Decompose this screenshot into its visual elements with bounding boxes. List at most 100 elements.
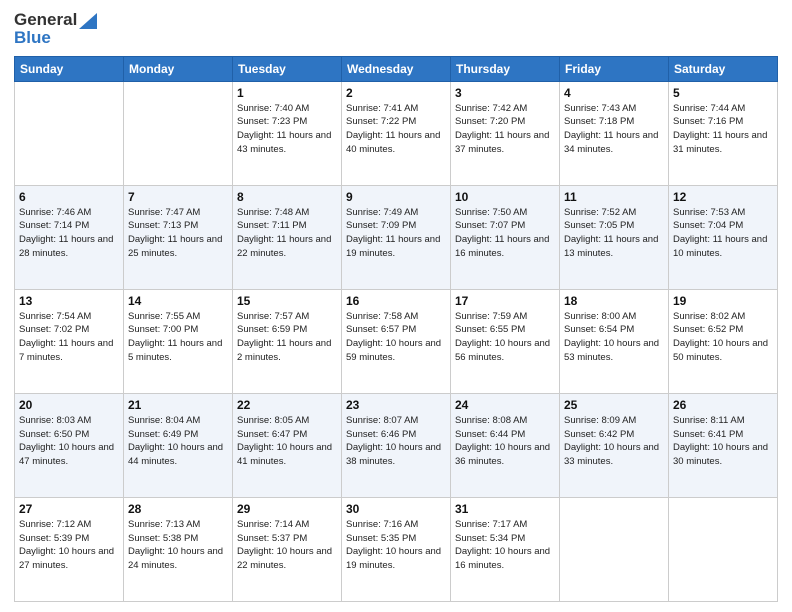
logo: General Blue bbox=[14, 10, 97, 48]
day-info: Sunrise: 8:11 AM Sunset: 6:41 PM Dayligh… bbox=[673, 414, 773, 469]
calendar-cell: 15 Sunrise: 7:57 AM Sunset: 6:59 PM Dayli… bbox=[233, 289, 342, 393]
logo-icon bbox=[79, 13, 97, 29]
day-number: 16 bbox=[346, 294, 446, 308]
calendar-cell: 29 Sunrise: 7:14 AM Sunset: 5:37 PM Dayli… bbox=[233, 497, 342, 601]
calendar-cell: 26 Sunrise: 8:11 AM Sunset: 6:41 PM Dayli… bbox=[669, 393, 778, 497]
calendar-cell: 3Sunrise: 7:42 AM Sunset: 7:20 PM Daylig… bbox=[451, 81, 560, 185]
logo-blue: Blue bbox=[14, 28, 97, 48]
day-info: Sunrise: 7:44 AM Sunset: 7:16 PM Dayligh… bbox=[673, 102, 773, 157]
day-info: Sunrise: 7:42 AM Sunset: 7:20 PM Dayligh… bbox=[455, 102, 555, 157]
day-number: 8 bbox=[237, 190, 337, 204]
page: General Blue SundayMondayTuesdayWednesda… bbox=[0, 0, 792, 612]
day-info: Sunrise: 7:41 AM Sunset: 7:22 PM Dayligh… bbox=[346, 102, 446, 157]
calendar-week-row: 1 Sunrise: 7:40 AM Sunset: 7:23 PM Daylig… bbox=[15, 81, 778, 185]
day-number: 18 bbox=[564, 294, 664, 308]
weekday-header-wednesday: Wednesday bbox=[342, 56, 451, 81]
day-info: Sunrise: 7:46 AM Sunset: 7:14 PM Dayligh… bbox=[19, 206, 119, 261]
calendar-table: SundayMondayTuesdayWednesdayThursdayFrid… bbox=[14, 56, 778, 602]
day-info: Sunrise: 7:53 AM Sunset: 7:04 PM Dayligh… bbox=[673, 206, 773, 261]
day-number: 13 bbox=[19, 294, 119, 308]
day-number: 6 bbox=[19, 190, 119, 204]
day-number: 11 bbox=[564, 190, 664, 204]
day-info: Sunrise: 7:13 AM Sunset: 5:38 PM Dayligh… bbox=[128, 518, 228, 573]
day-info: Sunrise: 7:47 AM Sunset: 7:13 PM Dayligh… bbox=[128, 206, 228, 261]
calendar-cell: 27 Sunrise: 7:12 AM Sunset: 5:39 PM Dayli… bbox=[15, 497, 124, 601]
day-number: 28 bbox=[128, 502, 228, 516]
day-number: 17 bbox=[455, 294, 555, 308]
day-number: 27 bbox=[19, 502, 119, 516]
day-info: Sunrise: 7:50 AM Sunset: 7:07 PM Dayligh… bbox=[455, 206, 555, 261]
calendar-cell: 11 Sunrise: 7:52 AM Sunset: 7:05 PM Dayli… bbox=[560, 185, 669, 289]
day-info: Sunrise: 7:48 AM Sunset: 7:11 PM Dayligh… bbox=[237, 206, 337, 261]
day-number: 23 bbox=[346, 398, 446, 412]
day-number: 29 bbox=[237, 502, 337, 516]
weekday-header-row: SundayMondayTuesdayWednesdayThursdayFrid… bbox=[15, 56, 778, 81]
calendar-cell: 31 Sunrise: 7:17 AM Sunset: 5:34 PM Dayli… bbox=[451, 497, 560, 601]
logo-general: General bbox=[14, 10, 77, 29]
day-info: Sunrise: 8:09 AM Sunset: 6:42 PM Dayligh… bbox=[564, 414, 664, 469]
weekday-header-friday: Friday bbox=[560, 56, 669, 81]
day-info: Sunrise: 8:05 AM Sunset: 6:47 PM Dayligh… bbox=[237, 414, 337, 469]
day-info: Sunrise: 7:55 AM Sunset: 7:00 PM Dayligh… bbox=[128, 310, 228, 365]
day-number: 5 bbox=[673, 86, 773, 100]
calendar-cell: 18 Sunrise: 8:00 AM Sunset: 6:54 PM Dayli… bbox=[560, 289, 669, 393]
day-info: Sunrise: 8:04 AM Sunset: 6:49 PM Dayligh… bbox=[128, 414, 228, 469]
header: General Blue bbox=[14, 10, 778, 48]
calendar-week-row: 20Sunrise: 8:03 AM Sunset: 6:50 PM Dayli… bbox=[15, 393, 778, 497]
day-info: Sunrise: 7:54 AM Sunset: 7:02 PM Dayligh… bbox=[19, 310, 119, 365]
calendar-cell: 30 Sunrise: 7:16 AM Sunset: 5:35 PM Dayli… bbox=[342, 497, 451, 601]
day-number: 21 bbox=[128, 398, 228, 412]
calendar-cell: 24 Sunrise: 8:08 AM Sunset: 6:44 PM Dayli… bbox=[451, 393, 560, 497]
day-info: Sunrise: 8:02 AM Sunset: 6:52 PM Dayligh… bbox=[673, 310, 773, 365]
weekday-header-sunday: Sunday bbox=[15, 56, 124, 81]
day-info: Sunrise: 7:57 AM Sunset: 6:59 PM Dayligh… bbox=[237, 310, 337, 365]
day-number: 15 bbox=[237, 294, 337, 308]
calendar-cell: 5 Sunrise: 7:44 AM Sunset: 7:16 PM Daylig… bbox=[669, 81, 778, 185]
calendar-cell: 7 Sunrise: 7:47 AM Sunset: 7:13 PM Daylig… bbox=[124, 185, 233, 289]
calendar-cell: 12 Sunrise: 7:53 AM Sunset: 7:04 PM Dayli… bbox=[669, 185, 778, 289]
calendar-cell: 2Sunrise: 7:41 AM Sunset: 7:22 PM Daylig… bbox=[342, 81, 451, 185]
weekday-header-monday: Monday bbox=[124, 56, 233, 81]
day-info: Sunrise: 8:07 AM Sunset: 6:46 PM Dayligh… bbox=[346, 414, 446, 469]
weekday-header-saturday: Saturday bbox=[669, 56, 778, 81]
day-number: 7 bbox=[128, 190, 228, 204]
weekday-header-tuesday: Tuesday bbox=[233, 56, 342, 81]
calendar-cell: 23 Sunrise: 8:07 AM Sunset: 6:46 PM Dayli… bbox=[342, 393, 451, 497]
day-info: Sunrise: 7:16 AM Sunset: 5:35 PM Dayligh… bbox=[346, 518, 446, 573]
day-info: Sunrise: 7:17 AM Sunset: 5:34 PM Dayligh… bbox=[455, 518, 555, 573]
day-number: 25 bbox=[564, 398, 664, 412]
day-number: 19 bbox=[673, 294, 773, 308]
calendar-cell: 14 Sunrise: 7:55 AM Sunset: 7:00 PM Dayli… bbox=[124, 289, 233, 393]
day-info: Sunrise: 7:59 AM Sunset: 6:55 PM Dayligh… bbox=[455, 310, 555, 365]
day-number: 14 bbox=[128, 294, 228, 308]
calendar-cell: 16 Sunrise: 7:58 AM Sunset: 6:57 PM Dayli… bbox=[342, 289, 451, 393]
calendar-cell: 20Sunrise: 8:03 AM Sunset: 6:50 PM Dayli… bbox=[15, 393, 124, 497]
calendar-cell: 10Sunrise: 7:50 AM Sunset: 7:07 PM Dayli… bbox=[451, 185, 560, 289]
day-number: 26 bbox=[673, 398, 773, 412]
day-number: 20 bbox=[19, 398, 119, 412]
calendar-cell: 1 Sunrise: 7:40 AM Sunset: 7:23 PM Daylig… bbox=[233, 81, 342, 185]
day-info: Sunrise: 8:00 AM Sunset: 6:54 PM Dayligh… bbox=[564, 310, 664, 365]
day-number: 9 bbox=[346, 190, 446, 204]
calendar-cell: 13 Sunrise: 7:54 AM Sunset: 7:02 PM Dayli… bbox=[15, 289, 124, 393]
day-number: 1 bbox=[237, 86, 337, 100]
day-number: 24 bbox=[455, 398, 555, 412]
calendar-cell: 9Sunrise: 7:49 AM Sunset: 7:09 PM Daylig… bbox=[342, 185, 451, 289]
calendar-cell: 21 Sunrise: 8:04 AM Sunset: 6:49 PM Dayli… bbox=[124, 393, 233, 497]
day-info: Sunrise: 8:08 AM Sunset: 6:44 PM Dayligh… bbox=[455, 414, 555, 469]
day-info: Sunrise: 7:52 AM Sunset: 7:05 PM Dayligh… bbox=[564, 206, 664, 261]
day-info: Sunrise: 7:58 AM Sunset: 6:57 PM Dayligh… bbox=[346, 310, 446, 365]
calendar-cell bbox=[15, 81, 124, 185]
day-number: 31 bbox=[455, 502, 555, 516]
day-number: 12 bbox=[673, 190, 773, 204]
calendar-cell: 6 Sunrise: 7:46 AM Sunset: 7:14 PM Daylig… bbox=[15, 185, 124, 289]
day-info: Sunrise: 7:40 AM Sunset: 7:23 PM Dayligh… bbox=[237, 102, 337, 157]
day-number: 30 bbox=[346, 502, 446, 516]
calendar-cell: 25 Sunrise: 8:09 AM Sunset: 6:42 PM Dayli… bbox=[560, 393, 669, 497]
day-number: 22 bbox=[237, 398, 337, 412]
day-info: Sunrise: 7:12 AM Sunset: 5:39 PM Dayligh… bbox=[19, 518, 119, 573]
calendar-cell: 8 Sunrise: 7:48 AM Sunset: 7:11 PM Daylig… bbox=[233, 185, 342, 289]
calendar-cell: 22 Sunrise: 8:05 AM Sunset: 6:47 PM Dayli… bbox=[233, 393, 342, 497]
calendar-cell: 17 Sunrise: 7:59 AM Sunset: 6:55 PM Dayli… bbox=[451, 289, 560, 393]
day-info: Sunrise: 7:14 AM Sunset: 5:37 PM Dayligh… bbox=[237, 518, 337, 573]
